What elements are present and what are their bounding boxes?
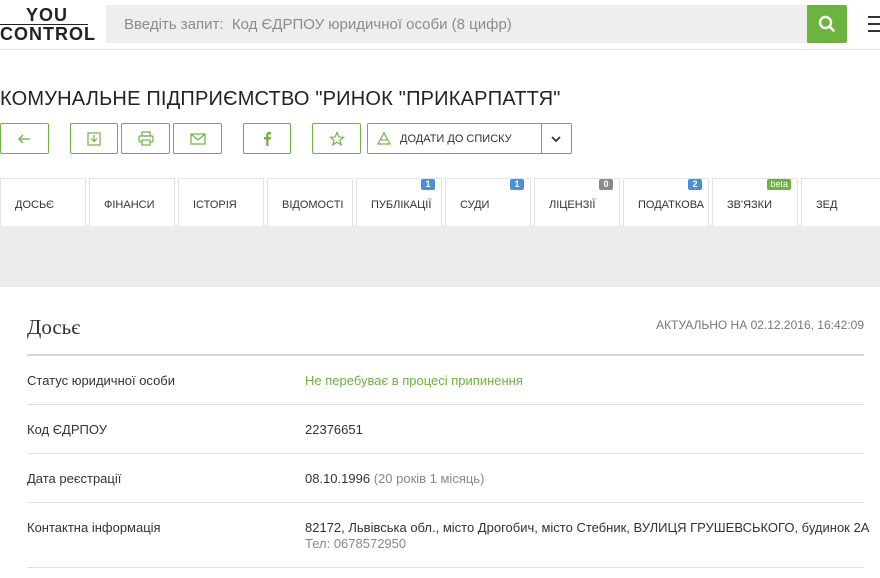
row-value-address: 82172, Львівська обл., місто Дрогобич, м… [305,520,870,535]
download-icon [87,131,101,146]
list-pyramid-icon [377,132,391,145]
search-input[interactable] [106,5,766,43]
row-label-status: Статус юридичної особи [27,373,176,388]
add-to-list-label: ДОДАТИ ДО СПИСКУ [400,133,512,145]
star-icon [328,130,345,146]
tab-connections[interactable]: Зв'язки beta [712,178,798,226]
tab-foreign-trade[interactable]: ЗЕД [801,178,880,226]
tab-label: Суди [460,199,490,211]
row-value-status: Не перебуває в процесі припинення [305,373,523,388]
row-divider [27,404,864,405]
tab-label: Відомості [282,199,344,211]
dropdown-separator [541,124,542,153]
facebook-share-button[interactable] [243,123,291,154]
count-badge: 1 [421,179,435,190]
row-value-edrpou: 22376651 [305,422,363,437]
count-badge: 1 [510,179,524,190]
tab-label: ЗЕД [816,199,838,211]
tab-publications[interactable]: Публікації 1 [356,178,442,226]
beta-badge: beta [767,179,791,190]
top-header: YOU CONTROL [0,0,880,50]
tab-history[interactable]: Історія [178,178,264,226]
tab-label: Досьє [15,199,55,211]
back-button[interactable] [0,123,49,154]
tab-label: Фінанси [104,199,155,211]
updated-timestamp: АКТУАЛЬНО НА 02.12.2016, 16:42:09 [656,318,864,332]
count-badge: 0 [599,179,613,190]
print-icon [137,131,154,146]
chevron-down-icon[interactable] [550,133,562,145]
registration-date: 08.10.1996 [305,471,371,486]
tab-label: Ліцензії [549,199,596,211]
search-button[interactable] [807,5,847,43]
tab-label: Податкова [638,199,705,211]
tab-dossier[interactable]: Досьє [0,178,86,226]
tab-courts[interactable]: Суди 1 [445,178,531,226]
hamburger-menu-icon[interactable] [868,16,880,32]
tab-details[interactable]: Відомості [267,178,353,226]
download-button[interactable] [70,123,118,154]
row-divider [27,453,864,454]
facebook-icon [264,131,271,146]
row-value-phone: Тел: 0678572950 [305,536,407,551]
email-button[interactable] [173,123,222,154]
tab-licenses[interactable]: Ліцензії 0 [534,178,620,226]
row-divider [27,567,864,568]
print-button[interactable] [121,123,170,154]
logo-text-bottom: CONTROL [0,24,96,44]
row-label-edrpou: Код ЄДРПОУ [27,422,107,437]
row-divider [27,502,864,503]
youcontrol-logo[interactable]: YOU CONTROL [0,5,95,44]
tab-label: Історія [193,199,237,211]
search-bar [106,5,847,43]
tab-tax[interactable]: Податкова 2 [623,178,709,226]
tab-label: Публікації [371,199,432,211]
logo-text-top: YOU [26,5,69,25]
count-badge: 2 [688,179,702,190]
tab-finance[interactable]: Фінанси [89,178,175,226]
row-label-contact: Контактна інформація [27,520,161,535]
email-icon [189,132,206,145]
tabs-background [0,225,880,286]
row-label-registration-date: Дата реєстрації [27,471,122,486]
section-title: Досьє [27,315,81,339]
tab-label: Зв'язки [727,199,772,211]
add-to-list-dropdown[interactable]: ДОДАТИ ДО СПИСКУ [367,123,572,154]
favorite-button[interactable] [312,123,361,154]
row-value-registration-date: 08.10.1996 (20 років 1 місяць) [305,471,484,486]
company-title: КОМУНАЛЬНЕ ПІДПРИЄМСТВО "РИНОК "ПРИКАРПА… [0,88,561,110]
back-arrow-icon [17,134,30,143]
content-divider [0,286,880,287]
registration-age: (20 років 1 місяць) [373,471,485,486]
search-icon [818,15,835,32]
section-divider [27,354,864,356]
